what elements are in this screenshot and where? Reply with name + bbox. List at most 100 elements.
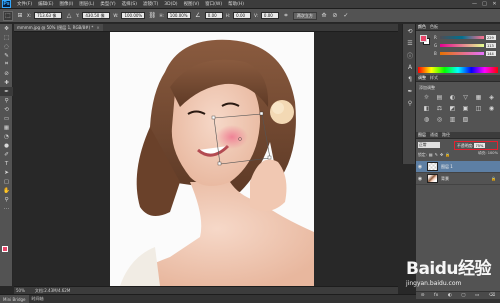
crop-tool-icon[interactable]: ⌗ [0, 60, 13, 69]
lock-position-icon[interactable]: ✥ [440, 152, 443, 157]
brush-tool-icon[interactable]: ✒ [0, 87, 13, 96]
transform-tool-icon[interactable]: ⬚ [3, 10, 13, 21]
brush-panel-icon[interactable]: ✒ [404, 86, 416, 96]
height-field[interactable]: 100.00% [166, 12, 191, 19]
red-slider[interactable] [440, 36, 484, 39]
posterize-icon[interactable]: ◍ [422, 115, 431, 123]
green-value[interactable]: 113 [486, 43, 496, 48]
link-layers-icon[interactable]: ⊝ [421, 293, 425, 298]
clone-source-icon[interactable]: ⚲ [404, 98, 416, 108]
x-field[interactable]: 713.63 像 [34, 12, 63, 19]
tab-swatches[interactable]: 色板 [430, 24, 438, 30]
lock-transparency-icon[interactable]: ▦ [429, 152, 433, 157]
foreground-color-swatch[interactable] [2, 246, 8, 252]
move-tool-icon[interactable]: ✥ [0, 24, 13, 33]
type-tool-icon[interactable]: T [0, 159, 13, 168]
green-slider[interactable] [440, 44, 484, 47]
info-panel-icon[interactable]: ⓘ [404, 50, 416, 60]
tab-color[interactable]: 颜色 [418, 24, 426, 30]
eyedropper-tool-icon[interactable]: ⊘ [0, 69, 13, 78]
lasso-tool-icon[interactable]: ◌ [0, 42, 13, 51]
shape-tool-icon[interactable]: ▢ [0, 177, 13, 186]
delta-icon[interactable]: △ [65, 12, 73, 20]
marquee-tool-icon[interactable]: ⬚ [0, 33, 13, 42]
history-panel-icon[interactable]: ⟲ [404, 26, 416, 36]
menu-view[interactable]: 视图(V) [181, 1, 203, 7]
visibility-eye-icon[interactable]: ◉ [416, 164, 424, 170]
close-icon[interactable]: ✕ [491, 1, 498, 7]
eraser-tool-icon[interactable]: ▭ [0, 114, 13, 123]
quick-select-tool-icon[interactable]: ✎ [0, 51, 13, 60]
invert-icon[interactable]: ◉ [487, 104, 496, 112]
menu-filter[interactable]: 滤镜(T) [140, 1, 161, 7]
photo-filter-icon[interactable]: ◩ [448, 104, 457, 112]
visibility-eye-icon[interactable]: ◉ [416, 176, 424, 182]
angle-field[interactable]: 0.00 [204, 12, 223, 19]
tab-mini-bridge[interactable]: Mini Bridge [0, 294, 29, 303]
vskew-field[interactable]: 0.00 [260, 12, 279, 19]
layer-style-icon[interactable]: fx [434, 293, 438, 298]
properties-panel-icon[interactable]: ☰ [404, 38, 416, 48]
curves-icon[interactable]: ◐ [448, 93, 457, 101]
layer-row[interactable]: ◉ 图层 1 [416, 161, 500, 173]
tab-layers[interactable]: 图层 [418, 132, 426, 138]
group-layers-icon[interactable]: ▢ [461, 293, 465, 298]
hand-tool-icon[interactable]: ✋ [0, 186, 13, 195]
menu-edit[interactable]: 编辑(E) [35, 1, 56, 7]
menu-3d[interactable]: 3D(D) [161, 2, 180, 7]
hskew-field[interactable]: 0.00 [233, 12, 252, 19]
color-spectrum-ramp[interactable] [418, 67, 498, 73]
layer-name[interactable]: 背景 [441, 176, 449, 182]
pen-tool-icon[interactable]: ✐ [0, 150, 13, 159]
menu-file[interactable]: 文件(F) [14, 1, 35, 7]
opacity-field[interactable]: 75% [474, 143, 486, 148]
interpolation-select[interactable]: 两次立方 [292, 11, 317, 20]
tab-channels[interactable]: 通道 [430, 132, 438, 138]
warp-mode-icon[interactable]: ⟰ [320, 12, 328, 20]
dodge-tool-icon[interactable]: ● [0, 141, 13, 150]
tab-adjustments[interactable]: 调整 [418, 75, 426, 81]
canvas-workspace[interactable] [14, 32, 398, 286]
close-tab-icon[interactable]: × [96, 25, 99, 30]
tab-timeline[interactable]: 时间轴 [29, 296, 47, 302]
document-tab[interactable]: mmmm.jpg @ 50% (图层 1, RGB/8#) * × [14, 24, 103, 31]
color-balance-icon[interactable]: ◧ [422, 104, 431, 112]
selective-color-icon[interactable]: ▧ [461, 115, 470, 123]
history-brush-tool-icon[interactable]: ⟲ [0, 105, 13, 114]
menu-help[interactable]: 帮助(H) [225, 1, 247, 7]
lock-pixels-icon[interactable]: ✎ [435, 152, 438, 157]
healing-tool-icon[interactable]: ✚ [0, 78, 13, 87]
maximize-icon[interactable]: □ [481, 1, 488, 7]
path-select-tool-icon[interactable]: ➤ [0, 168, 13, 177]
menu-image[interactable]: 图像(I) [56, 1, 76, 7]
paragraph-panel-icon[interactable]: ¶ [404, 74, 416, 84]
photo-canvas[interactable] [110, 32, 314, 286]
adjustment-layer-icon[interactable]: ◐ [448, 293, 452, 298]
blue-value[interactable]: 144 [486, 51, 496, 56]
width-field[interactable]: 100.00% [121, 12, 146, 19]
channel-mixer-icon[interactable]: ▣ [461, 104, 470, 112]
color-lookup-icon[interactable]: ◫ [474, 104, 483, 112]
menu-window[interactable]: 窗口(W) [202, 1, 225, 7]
menu-select[interactable]: 选择(S) [119, 1, 140, 7]
reference-point-icon[interactable]: ⊞ [16, 12, 24, 20]
gradient-map-icon[interactable]: ▥ [448, 115, 457, 123]
color-fg-bg-swatches[interactable] [420, 35, 430, 45]
delete-layer-icon[interactable]: ⌫ [489, 293, 495, 298]
clone-stamp-tool-icon[interactable]: ⚲ [0, 96, 13, 105]
blue-slider[interactable] [440, 52, 484, 55]
warp-icon[interactable]: ⌗ [282, 12, 290, 20]
exposure-icon[interactable]: ▽ [461, 93, 470, 101]
hue-saturation-icon[interactable]: ◈ [487, 93, 496, 101]
lock-all-icon[interactable]: 🔒 [445, 152, 450, 157]
y-field[interactable]: 430.50 像 [82, 12, 111, 19]
levels-icon[interactable]: ▤ [435, 93, 444, 101]
character-panel-icon[interactable]: A [404, 62, 416, 72]
menu-layer[interactable]: 图层(L) [76, 1, 97, 7]
layer-name[interactable]: 图层 1 [441, 164, 453, 170]
gradient-tool-icon[interactable]: ▦ [0, 123, 13, 132]
blur-tool-icon[interactable]: ◔ [0, 132, 13, 141]
minimize-icon[interactable]: — [471, 1, 478, 7]
black-white-icon[interactable]: ⚖ [435, 104, 444, 112]
zoom-tool-icon[interactable]: ⚲ [0, 195, 13, 204]
